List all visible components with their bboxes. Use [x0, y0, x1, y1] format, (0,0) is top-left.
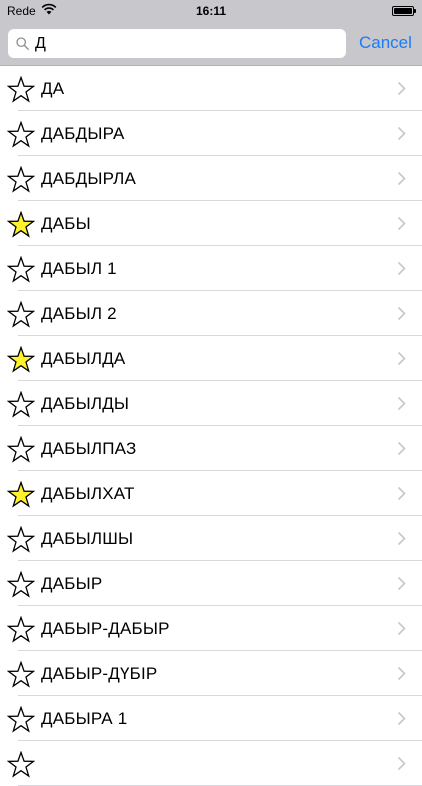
list-item[interactable]: ДАБЫРА 1 — [0, 696, 422, 741]
cancel-button[interactable]: Cancel — [359, 33, 412, 53]
list-item-label: ДАБЫЛПАЗ — [41, 439, 137, 458]
list-item-label: ДАБЫЛХАТ — [41, 484, 135, 503]
search-icon — [16, 37, 29, 50]
favorite-star-icon[interactable] — [7, 76, 35, 103]
chevron-right-icon — [397, 666, 406, 681]
status-bar: Rede 16:11 — [0, 0, 422, 22]
list-item-label: ДАБЫЛДЫ — [41, 394, 130, 413]
chevron-right-icon — [397, 486, 406, 501]
list-item[interactable]: ДАБДЫРЛА — [0, 156, 422, 201]
favorite-star-icon[interactable] — [7, 481, 35, 508]
chevron-right-icon — [397, 351, 406, 366]
favorite-star-icon[interactable] — [7, 346, 35, 373]
list-item-label: ДАБЫЛ 1 — [41, 259, 117, 278]
list-item[interactable]: ДА — [0, 66, 422, 111]
favorite-star-icon[interactable] — [7, 211, 35, 238]
list-item-label: ДАБЫР-ДАБЫР — [41, 619, 170, 638]
chevron-right-icon — [397, 531, 406, 546]
list-item-label: ДАБЫЛ 2 — [41, 304, 117, 323]
favorite-star-icon[interactable] — [7, 166, 35, 193]
results-list: ДА ДАБДЫРА ДАБДЫРЛА ДАБЫ ДАБЫЛ 1 ДАБЫЛ 2 ДАБЫЛ… — [0, 66, 422, 786]
chevron-right-icon — [397, 306, 406, 321]
list-item-label: ДА — [41, 79, 65, 98]
favorite-star-icon[interactable] — [7, 391, 35, 418]
chevron-right-icon — [397, 396, 406, 411]
search-input[interactable] — [35, 29, 335, 58]
list-item[interactable]: ДАБЫЛ 1 — [0, 246, 422, 291]
list-item[interactable]: ДАБЫР — [0, 561, 422, 606]
list-item-label: ДАБДЫРЛА — [41, 169, 137, 188]
list-item-label: ДАБЫ — [41, 214, 91, 233]
list-item[interactable]: ДАБЫЛШЫ — [0, 516, 422, 561]
list-item[interactable]: ДАБЫ — [0, 201, 422, 246]
favorite-star-icon[interactable] — [7, 301, 35, 328]
favorite-star-icon[interactable] — [7, 616, 35, 643]
status-time: 16:11 — [195, 4, 227, 18]
favorite-star-icon[interactable] — [7, 751, 35, 778]
list-item-label: ДАБЫР — [41, 574, 103, 593]
favorite-star-icon[interactable] — [7, 256, 35, 283]
chevron-right-icon — [397, 621, 406, 636]
list-item[interactable]: ДАБЫР-ДҮБІР — [0, 651, 422, 696]
chevron-right-icon — [397, 576, 406, 591]
list-item[interactable]: ДАБЫЛПАЗ — [0, 426, 422, 471]
favorite-star-icon[interactable] — [7, 706, 35, 733]
chevron-right-icon — [397, 756, 406, 771]
list-item[interactable]: ДАБЫР-ДАБЫР — [0, 606, 422, 651]
search-bar: Cancel — [0, 22, 422, 66]
favorite-star-icon[interactable] — [7, 661, 35, 688]
list-item-label: ДАБЫР-ДҮБІР — [41, 664, 158, 683]
chevron-right-icon — [397, 126, 406, 141]
list-item[interactable]: ДАБДЫРА — [0, 111, 422, 156]
chevron-right-icon — [397, 216, 406, 231]
list-item[interactable]: ДАБЫЛХАТ — [0, 471, 422, 516]
battery-icon — [392, 6, 416, 16]
favorite-star-icon[interactable] — [7, 121, 35, 148]
list-item-label: ДАБЫЛШЫ — [41, 529, 134, 548]
chevron-right-icon — [397, 441, 406, 456]
favorite-star-icon[interactable] — [7, 436, 35, 463]
list-item-label: ДАБДЫРА — [41, 124, 125, 143]
list-item[interactable]: ДАБЫЛДЫ — [0, 381, 422, 426]
list-item[interactable] — [0, 741, 422, 786]
chevron-right-icon — [397, 261, 406, 276]
favorite-star-icon[interactable] — [7, 571, 35, 598]
chevron-right-icon — [397, 81, 406, 96]
list-item-label: ДАБЫЛДА — [41, 349, 126, 368]
chevron-right-icon — [397, 711, 406, 726]
list-item[interactable]: ДАБЫЛДА — [0, 336, 422, 381]
search-field[interactable] — [8, 29, 346, 58]
list-item[interactable]: ДАБЫЛ 2 — [0, 291, 422, 336]
favorite-star-icon[interactable] — [7, 526, 35, 553]
chevron-right-icon — [397, 171, 406, 186]
list-item-label: ДАБЫРА 1 — [41, 709, 128, 728]
